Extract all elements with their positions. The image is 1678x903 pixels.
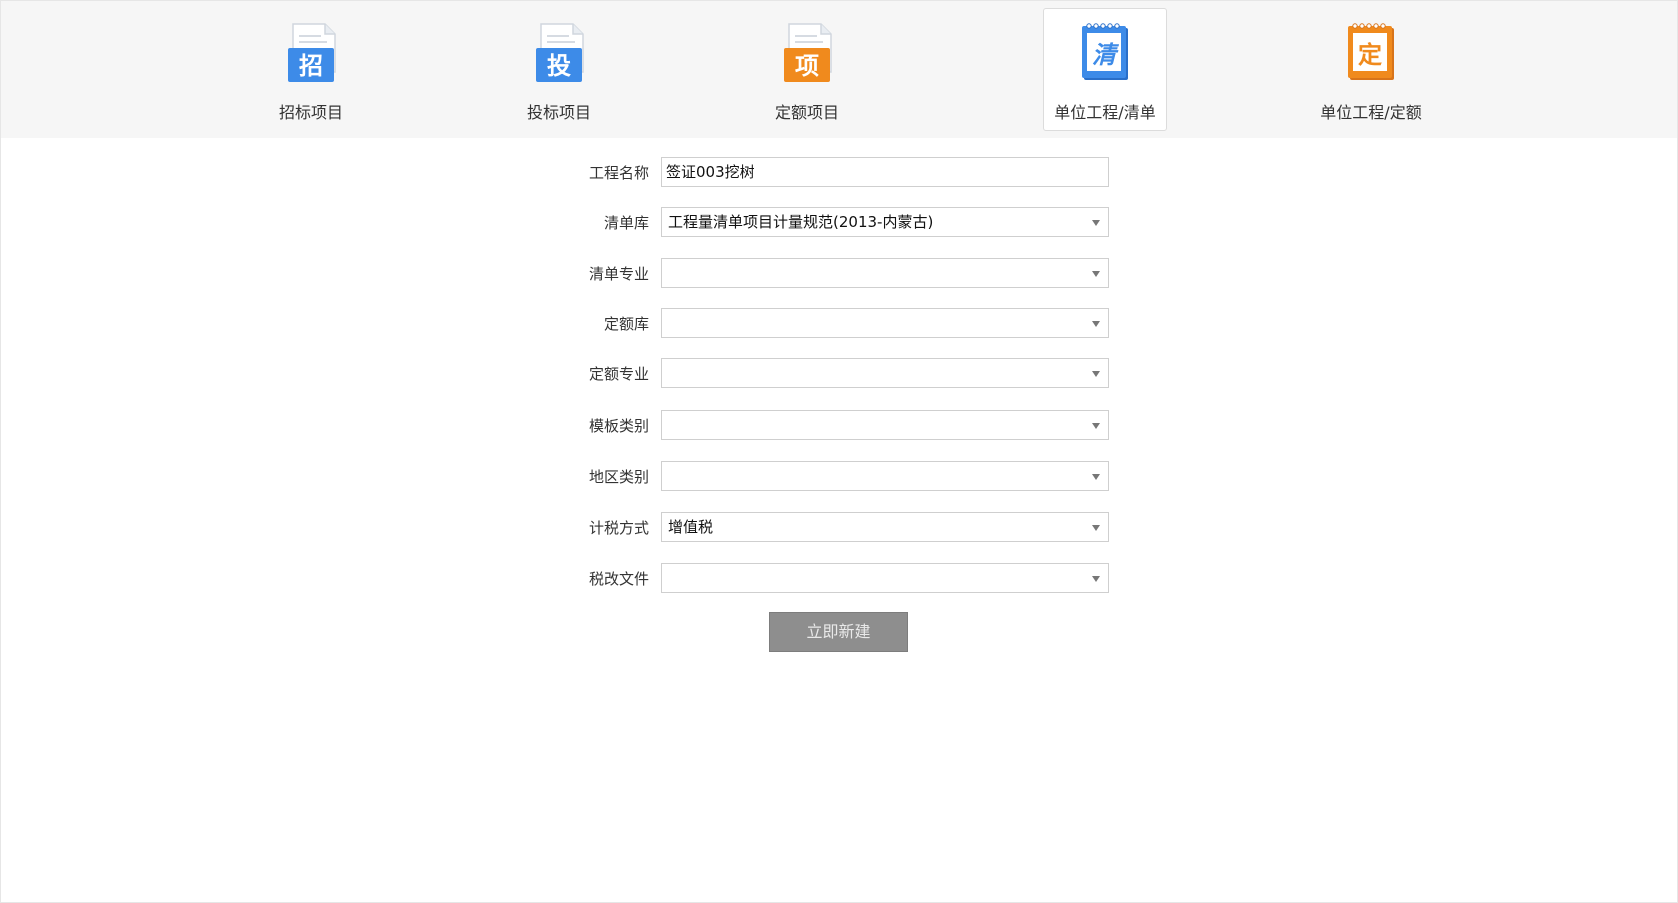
form-row-quota-specialty: 定额专业	[561, 358, 1111, 390]
form-row-tax-method: 计税方式 增值税	[561, 512, 1111, 544]
chevron-down-icon[interactable]	[1092, 576, 1100, 582]
tab-icon-glyph: 招	[299, 52, 323, 80]
tou-doc-icon: 投	[536, 23, 584, 82]
tab-label: 单位工程/清单	[1054, 103, 1156, 122]
tab-label: 招标项目	[278, 103, 343, 122]
chevron-down-icon[interactable]	[1092, 474, 1100, 480]
form-row-list-specialty: 清单专业	[561, 258, 1111, 290]
list-library-value: 工程量清单项目计量规范(2013-内蒙古)	[668, 213, 934, 231]
quota-library-select[interactable]	[661, 308, 1109, 338]
tab-unit-project-list[interactable]: 清 单位工程/清单	[1043, 8, 1167, 131]
tab-icon-glyph: 清	[1092, 41, 1120, 69]
quota-specialty-select[interactable]	[661, 358, 1109, 388]
create-now-button[interactable]: 立即新建	[769, 612, 908, 652]
list-specialty-label: 清单专业	[588, 265, 649, 283]
list-library-label: 清单库	[603, 214, 649, 232]
ding-notepad-icon: 定	[1348, 23, 1394, 80]
form-row-tax-reform-doc: 税改文件	[561, 563, 1111, 595]
app-window: 招 招标项目 投 投标项目 项 定额项目 清 单位工程/清单 定 单位工程/定额…	[0, 0, 1678, 903]
quota-library-label: 定额库	[603, 315, 649, 333]
chevron-down-icon[interactable]	[1092, 220, 1100, 226]
tab-quota-project[interactable]: 项 定额项目	[745, 8, 869, 131]
project-type-bar: 招 招标项目 投 投标项目 项 定额项目 清 单位工程/清单 定 单位工程/定额	[1, 1, 1677, 138]
tax-method-select[interactable]: 增值税	[661, 512, 1109, 542]
tab-icon-glyph: 项	[795, 52, 819, 80]
tab-unit-project-quota[interactable]: 定 单位工程/定额	[1309, 8, 1433, 131]
tax-method-value: 增值税	[668, 518, 714, 536]
tab-bid-project[interactable]: 投 投标项目	[497, 8, 621, 131]
template-type-select[interactable]	[661, 410, 1109, 440]
qing-notepad-icon: 清	[1082, 23, 1128, 80]
tax-method-label: 计税方式	[588, 519, 649, 537]
project-name-label: 工程名称	[588, 164, 649, 182]
chevron-down-icon[interactable]	[1092, 271, 1100, 277]
region-type-select[interactable]	[661, 461, 1109, 491]
chevron-down-icon[interactable]	[1092, 321, 1100, 327]
list-library-select[interactable]: 工程量清单项目计量规范(2013-内蒙古)	[661, 207, 1109, 237]
chevron-down-icon[interactable]	[1092, 423, 1100, 429]
form-row-quota-library: 定额库	[561, 308, 1111, 340]
tab-label: 定额项目	[774, 103, 839, 122]
zhao-doc-icon: 招	[288, 23, 336, 82]
form-row-project-name: 工程名称 签证003挖树	[561, 157, 1111, 189]
project-name-input[interactable]: 签证003挖树	[661, 157, 1109, 187]
form-row-list-library: 清单库 工程量清单项目计量规范(2013-内蒙古)	[561, 207, 1111, 239]
tab-label: 单位工程/定额	[1320, 103, 1422, 122]
quota-specialty-label: 定额专业	[588, 365, 649, 383]
chevron-down-icon[interactable]	[1092, 525, 1100, 531]
form-row-region-type: 地区类别	[561, 461, 1111, 493]
tax-reform-doc-label: 税改文件	[588, 570, 649, 588]
tab-tender-project[interactable]: 招 招标项目	[249, 8, 373, 131]
tab-icon-glyph: 投	[547, 52, 571, 80]
tab-icon-glyph: 定	[1358, 41, 1382, 69]
chevron-down-icon[interactable]	[1092, 371, 1100, 377]
list-specialty-select[interactable]	[661, 258, 1109, 288]
form-row-template-type: 模板类别	[561, 410, 1111, 442]
template-type-label: 模板类别	[588, 417, 649, 435]
tab-label: 投标项目	[526, 103, 591, 122]
xiang-doc-icon: 项	[784, 23, 832, 82]
region-type-label: 地区类别	[588, 468, 649, 486]
tax-reform-doc-select[interactable]	[661, 563, 1109, 593]
